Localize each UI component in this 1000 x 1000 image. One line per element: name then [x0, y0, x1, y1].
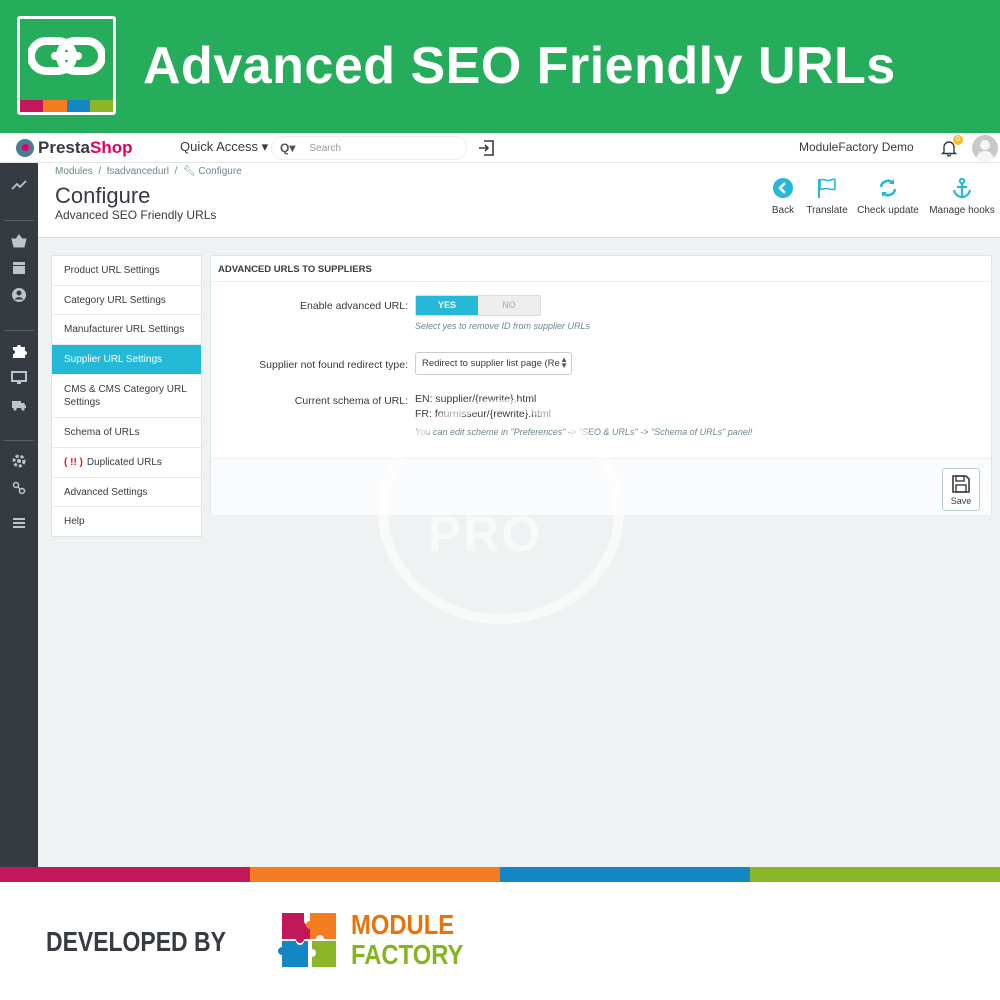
watermark-text: PRO: [428, 506, 543, 562]
schema-help-text: You can edit scheme in "Preferences" -> …: [415, 427, 753, 437]
settings-menu: Product URL Settings Category URL Settin…: [51, 255, 202, 537]
product-logo: [17, 16, 116, 115]
search-input[interactable]: Search: [309, 143, 341, 154]
duplicated-urls-label: Duplicated URLs: [86, 457, 162, 468]
settings-gear-icon[interactable]: [11, 453, 27, 469]
menu-item-supplier-url[interactable]: Supplier URL Settings: [52, 345, 201, 375]
supplier-settings-panel: ADVANCED URLS TO SUPPLIERS Enable advanc…: [210, 255, 992, 515]
brand-shop: Shop: [89, 138, 133, 157]
catalog-store-icon[interactable]: [11, 260, 27, 276]
menu-item-category-url[interactable]: Category URL Settings: [52, 286, 201, 315]
breadcrumb-module[interactable]: fsadvancedurl: [107, 166, 169, 177]
back-label: Back: [771, 205, 795, 216]
advanced-link-icon[interactable]: [11, 480, 27, 496]
menu-item-advanced[interactable]: Advanced Settings: [52, 478, 201, 507]
manage-hooks-button[interactable]: Manage hooks: [928, 177, 996, 216]
schema-label: Current schema of URL:: [294, 395, 408, 407]
sidebar-divider: [4, 220, 34, 221]
translate-label: Translate: [806, 205, 848, 216]
enable-advanced-url-toggle[interactable]: YES NO: [415, 295, 541, 316]
logo-color-strip: [20, 100, 113, 112]
enable-advanced-url-label: Enable advanced URL:: [300, 300, 408, 312]
admin-topbar: Presta Shop Quick Access ▾ Q▾ Search Modu…: [0, 133, 1000, 163]
avatar[interactable]: [972, 135, 998, 161]
page-subtitle: Advanced SEO Friendly URLs: [55, 208, 217, 222]
exit-to-shop-icon[interactable]: [478, 139, 496, 157]
sidebar-divider: [4, 330, 34, 331]
stats-trend-icon[interactable]: [11, 177, 27, 193]
select-arrows-icon: ▲ ▼: [560, 355, 568, 370]
check-update-label: Check update: [857, 205, 919, 216]
brand-presta: Presta: [38, 138, 90, 157]
menu-item-product-url[interactable]: Product URL Settings: [52, 256, 201, 286]
panel-footer: Save: [211, 458, 991, 515]
customers-user-icon[interactable]: [11, 287, 27, 303]
anchor-icon: [952, 177, 972, 199]
developed-by-text: DEVELOPED BY: [46, 926, 226, 957]
design-monitor-icon[interactable]: [11, 370, 27, 386]
product-banner: Advanced SEO Friendly URLs: [0, 0, 1000, 133]
prestashop-logo[interactable]: Presta Shop: [16, 138, 132, 158]
breadcrumb-configure: Configure: [198, 166, 242, 177]
menu-item-help[interactable]: Help: [52, 507, 201, 536]
link-icon: [28, 37, 105, 75]
page-header: Modules / fsadvancedurl / 🔧︎ Configure C…: [38, 163, 1000, 238]
save-label: Save: [950, 496, 972, 506]
save-button[interactable]: Save: [942, 468, 980, 511]
admin-sidebar: [0, 163, 38, 867]
schema-en: EN: supplier/{rewrite}.html: [415, 393, 537, 405]
breadcrumb-modules[interactable]: Modules: [55, 166, 93, 177]
brand-line-factory: FACTORY: [351, 939, 464, 970]
menu-item-cms-url[interactable]: CMS & CMS Category URL Settings: [52, 375, 201, 418]
menu-list-icon[interactable]: [11, 515, 27, 531]
back-arrow-icon: [773, 178, 793, 198]
modules-puzzle-icon[interactable]: [11, 343, 27, 359]
redirect-type-label: Supplier not found redirect type:: [259, 359, 408, 371]
banner-title: Advanced SEO Friendly URLs: [143, 37, 896, 95]
back-button[interactable]: Back: [765, 177, 801, 216]
translate-button[interactable]: Translate: [803, 177, 851, 216]
orders-basket-icon[interactable]: [11, 233, 27, 249]
flag-icon: [818, 178, 836, 198]
modulefactory-puzzle-logo: [278, 913, 336, 967]
modulefactory-wordmark: MODULE FACTORY: [351, 910, 463, 970]
schema-fr: FR: fournisseur/{rewrite}.html: [415, 408, 551, 420]
quick-access-dropdown[interactable]: Quick Access ▾: [180, 139, 268, 155]
floppy-disk-icon: [952, 475, 970, 493]
shipping-truck-icon[interactable]: [11, 397, 27, 413]
menu-item-duplicated-urls[interactable]: ( !! ) Duplicated URLs: [52, 448, 201, 478]
notification-badge: 0: [953, 135, 963, 145]
search-bar[interactable]: Q▾ Search: [271, 136, 467, 160]
prestashop-logo-icon: [16, 139, 34, 157]
menu-item-manufacturer-url[interactable]: Manufacturer URL Settings: [52, 315, 201, 345]
redirect-type-select[interactable]: Redirect to supplier list page (Re ▲ ▼: [415, 352, 572, 375]
page-title: Configure: [55, 183, 151, 208]
enable-help-text: Select yes to remove ID from supplier UR…: [415, 321, 591, 331]
wrench-icon: 🔧︎: [182, 166, 196, 177]
manage-hooks-label: Manage hooks: [929, 205, 995, 216]
search-icon[interactable]: Q▾: [280, 141, 295, 155]
brand-line-module: MODULE: [351, 909, 455, 940]
check-update-button[interactable]: Check update: [856, 177, 920, 216]
shop-name-link[interactable]: ModuleFactory Demo: [799, 140, 914, 154]
menu-item-schema[interactable]: Schema of URLs: [52, 418, 201, 448]
breadcrumb-separator: /: [171, 166, 183, 177]
redirect-type-value: Redirect to supplier list page (Re: [422, 358, 560, 369]
warning-marker: ( !! ): [64, 457, 83, 468]
breadcrumb: Modules / fsadvancedurl / 🔧︎ Configure: [55, 166, 242, 177]
refresh-icon: [879, 179, 897, 197]
toggle-yes[interactable]: YES: [416, 296, 478, 315]
breadcrumb-separator: /: [95, 166, 107, 177]
color-stripe: [0, 867, 1000, 882]
panel-heading: ADVANCED URLS TO SUPPLIERS: [211, 256, 991, 282]
toggle-no[interactable]: NO: [478, 296, 540, 315]
sidebar-divider: [4, 440, 34, 441]
